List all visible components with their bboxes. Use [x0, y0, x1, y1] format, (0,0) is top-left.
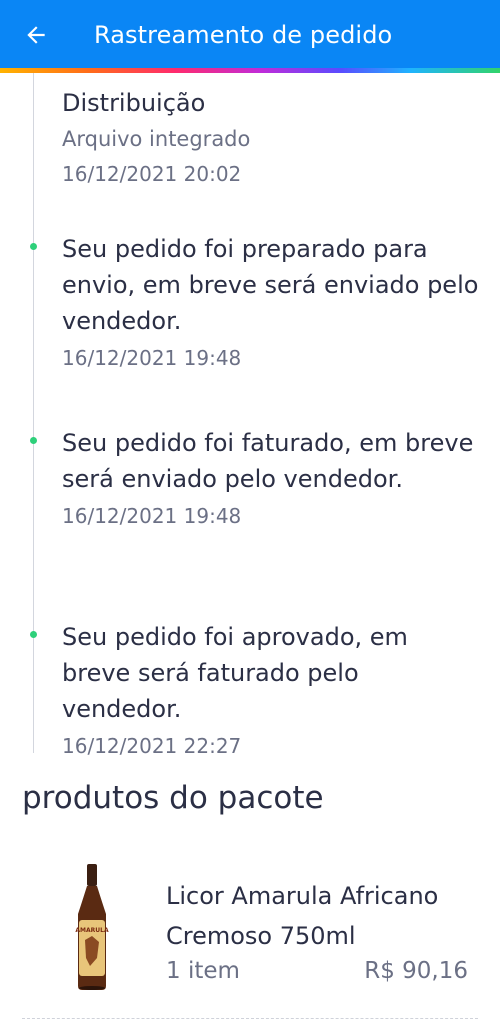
- divider: [22, 1018, 478, 1019]
- arrow-left-icon: [27, 26, 45, 44]
- svg-text:AMARULA: AMARULA: [75, 927, 109, 934]
- timeline-event: Seu pedido foi aprovado, em breve será f…: [30, 619, 482, 761]
- event-message: Distribuição: [62, 89, 206, 117]
- timeline-event: Seu pedido foi faturado, em breve será e…: [30, 425, 482, 531]
- timeline-event: Distribuição Arquivo integrado 16/12/202…: [62, 85, 482, 189]
- event-date: 16/12/2021 19:48: [62, 504, 242, 528]
- page-title: Rastreamento de pedido: [94, 21, 393, 49]
- product-item[interactable]: AMARULA Licor Amarula Africano Cremoso 7…: [0, 860, 500, 1010]
- app-bar: Rastreamento de pedido: [0, 0, 500, 70]
- event-message: Seu pedido foi preparado para envio, em …: [62, 235, 479, 335]
- timeline-dot: [30, 437, 37, 444]
- timeline-line: [33, 73, 34, 753]
- event-date: 16/12/2021 19:48: [62, 346, 242, 370]
- event-message: Seu pedido foi faturado, em breve será e…: [62, 429, 474, 493]
- product-name: Licor Amarula Africano Cremoso 750ml: [166, 882, 439, 950]
- product-price: R$ 90,16: [364, 958, 468, 984]
- header-accent-bar: [0, 68, 500, 73]
- event-subtitle: Arquivo integrado: [62, 127, 251, 151]
- event-date: 16/12/2021 22:27: [62, 734, 242, 758]
- back-button[interactable]: [16, 15, 56, 55]
- product-image: AMARULA: [75, 864, 109, 990]
- event-message: Seu pedido foi aprovado, em breve será f…: [62, 623, 408, 723]
- product-quantity: 1 item: [166, 958, 240, 984]
- timeline-dot: [30, 243, 37, 250]
- timeline-dot: [30, 631, 37, 638]
- timeline-event: Seu pedido foi preparado para envio, em …: [30, 231, 482, 373]
- event-date: 16/12/2021 20:02: [62, 162, 242, 186]
- package-products-title: produtos do pacote: [22, 780, 324, 816]
